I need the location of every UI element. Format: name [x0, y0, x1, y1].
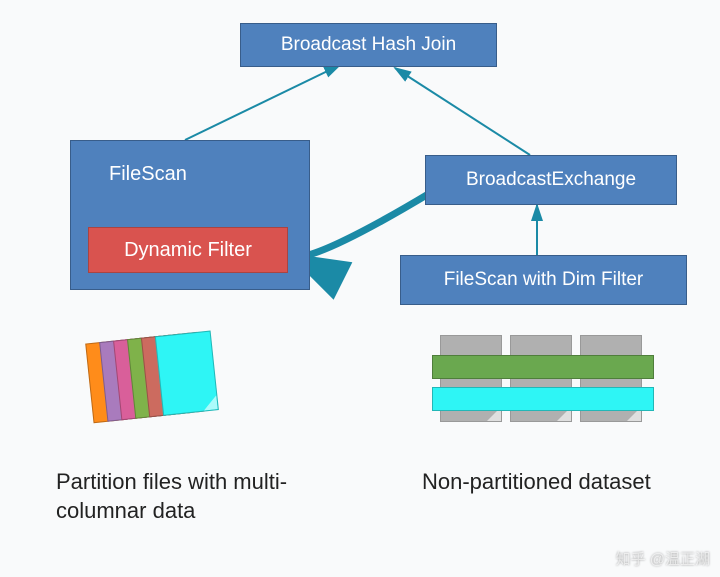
- graphic-partition-files: [85, 327, 255, 443]
- edge-filescan-to-join: [185, 65, 340, 140]
- label-broadcast-exchange: BroadcastExchange: [466, 169, 636, 191]
- node-broadcast-hash-join: Broadcast Hash Join: [240, 23, 497, 67]
- label-dynamic-filter: Dynamic Filter: [124, 239, 252, 262]
- label-broadcast-hash-join: Broadcast Hash Join: [281, 34, 456, 56]
- label-filescan-dim-filter: FileScan with Dim Filter: [444, 269, 644, 291]
- graphic-nonpartitioned-dataset: [440, 335, 660, 445]
- watermark: 知乎 @温正湖: [616, 548, 710, 569]
- node-filescan-dim-filter: FileScan with Dim Filter: [400, 255, 687, 305]
- node-broadcast-exchange: BroadcastExchange: [425, 155, 677, 205]
- label-filescan: FileScan: [109, 163, 187, 186]
- edge-exchange-to-dynamicfilter: [293, 193, 430, 257]
- caption-nonpartitioned: Non-partitioned dataset: [422, 468, 692, 497]
- node-dynamic-filter: Dynamic Filter: [88, 227, 288, 273]
- edge-exchange-to-join: [395, 68, 530, 155]
- caption-partition-files: Partition files with multi-columnar data: [56, 468, 316, 525]
